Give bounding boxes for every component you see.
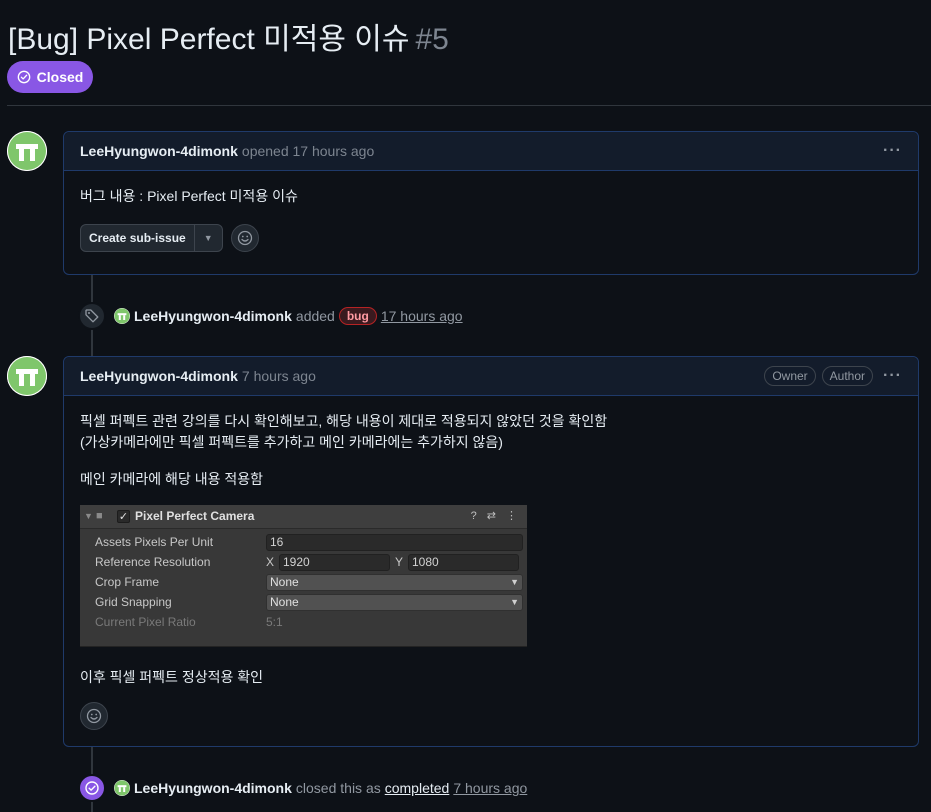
- foldout-arrow-icon: ▼: [84, 511, 93, 521]
- x-label: X: [266, 554, 275, 569]
- comment-timestamp[interactable]: opened 17 hours ago: [242, 143, 374, 159]
- comment-text-line: 메인 카메라에 해당 내용 적용함: [80, 471, 263, 487]
- comment-text-line: (가상카메라에만 픽셀 퍼펙트를 추가하고 메인 카메라에는 추가하지 않음): [80, 434, 503, 450]
- more-options-icon[interactable]: ···: [883, 367, 902, 385]
- enabled-checkbox: ✓: [117, 510, 130, 523]
- field-value-x: 1920: [279, 553, 390, 571]
- comment-timestamp[interactable]: 7 hours ago: [242, 368, 316, 384]
- field-label: Assets Pixels Per Unit: [95, 534, 214, 549]
- avatar[interactable]: [7, 356, 47, 396]
- create-sub-issue-button[interactable]: Create sub-issue: [81, 225, 194, 251]
- comment-text-line: 이후 픽셀 퍼펙트 정상적용 확인: [80, 669, 263, 685]
- comment-text-line: 픽셀 퍼펙트 관련 강의를 다시 확인해보고, 해당 내용이 제대로 적용되지 …: [80, 413, 608, 429]
- add-reaction-button[interactable]: [230, 224, 259, 252]
- owner-badge: Owner: [764, 366, 816, 386]
- field-label: Current Pixel Ratio: [95, 614, 196, 629]
- event-verb: added: [295, 308, 335, 324]
- inspector-row: Grid Snapping None ▼: [95, 593, 523, 611]
- kebab-icon: ⋮: [506, 510, 517, 522]
- add-reaction-button[interactable]: [80, 702, 108, 730]
- dropdown: None ▼: [266, 593, 523, 611]
- more-options-icon[interactable]: ···: [883, 142, 902, 160]
- create-sub-issue-button-group: Create sub-issue ▼: [80, 224, 223, 252]
- status-badge: Closed: [7, 61, 93, 93]
- issue-title: [Bug] Pixel Perfect 미적용 이슈 #5: [8, 14, 449, 58]
- inspector-component-header: ▼ ■ ✓ Pixel Perfect Camera ? ⇄ ⋮: [80, 505, 527, 529]
- comment-header: LeeHyungwon-4dimonk opened 17 hours ago …: [64, 132, 918, 171]
- avatar[interactable]: [114, 308, 130, 324]
- dropdown: None ▼: [266, 573, 523, 591]
- issue-title-text: [Bug] Pixel Perfect 미적용 이슈: [8, 23, 410, 56]
- smiley-icon: [237, 230, 252, 246]
- comment-author[interactable]: LeeHyungwon-4dimonk: [80, 143, 238, 159]
- chevron-down-icon[interactable]: ▼: [193, 225, 222, 251]
- status-label: Closed: [36, 69, 84, 85]
- inspector-row: Assets Pixels Per Unit 16: [95, 533, 523, 551]
- inspector-row: Reference Resolution X 1920 Y 1080: [95, 553, 523, 571]
- dropdown-arrow-icon: ▼: [510, 596, 519, 607]
- comment-author[interactable]: LeeHyungwon-4dimonk: [80, 368, 238, 384]
- timeline-event-labeled: LeeHyungwon-4dimonk added bug 17 hours a…: [78, 301, 463, 331]
- event-verb: closed this as: [295, 780, 381, 796]
- field-value-y: 1080: [408, 553, 519, 571]
- header-divider: [7, 105, 931, 106]
- event-timestamp[interactable]: 7 hours ago: [453, 780, 527, 796]
- tag-icon: [78, 302, 106, 330]
- camera-icon: ■: [96, 510, 103, 522]
- event-actor[interactable]: LeeHyungwon-4dimonk: [134, 308, 292, 324]
- field-label: Reference Resolution: [95, 554, 211, 569]
- dropdown-arrow-icon: ▼: [510, 576, 519, 587]
- event-timestamp[interactable]: 17 hours ago: [381, 308, 463, 324]
- field-value: 16: [266, 533, 523, 551]
- dropdown-value: None: [270, 594, 299, 609]
- event-actor[interactable]: LeeHyungwon-4dimonk: [134, 780, 292, 796]
- issue-comment: LeeHyungwon-4dimonk opened 17 hours ago …: [63, 131, 919, 275]
- close-reason-link[interactable]: completed: [385, 780, 450, 796]
- y-label: Y: [394, 554, 403, 569]
- issue-comment: LeeHyungwon-4dimonk 7 hours ago Owner Au…: [63, 356, 919, 747]
- label-badge[interactable]: bug: [338, 307, 377, 325]
- field-label: Crop Frame: [95, 574, 160, 589]
- dropdown-value: None: [270, 574, 299, 589]
- component-name: Pixel Perfect Camera: [135, 509, 255, 523]
- issue-number: #5: [415, 23, 449, 56]
- help-icon: ?: [470, 510, 477, 522]
- inspector-row: Crop Frame None ▼: [95, 573, 523, 591]
- comment-text: 버그 내용 : Pixel Perfect 미적용 이슈: [80, 188, 298, 204]
- settings-icon: ⇄: [486, 510, 496, 522]
- field-value: 5:1: [266, 614, 283, 629]
- inspector-row: Current Pixel Ratio 5:1: [95, 613, 523, 631]
- comment-body: 버그 내용 : Pixel Perfect 미적용 이슈 Create sub-…: [64, 171, 918, 268]
- comment-body: 픽셀 퍼펙트 관련 강의를 다시 확인해보고, 해당 내용이 제대로 적용되지 …: [64, 396, 918, 746]
- smiley-icon: [86, 708, 102, 724]
- avatar[interactable]: [114, 780, 130, 796]
- comment-header: LeeHyungwon-4dimonk 7 hours ago Owner Au…: [64, 357, 918, 396]
- avatar[interactable]: [7, 131, 47, 171]
- inspector-screenshot: ▼ ■ ✓ Pixel Perfect Camera ? ⇄ ⋮ Assets …: [80, 505, 527, 647]
- field-label: Grid Snapping: [95, 594, 172, 609]
- timeline-event-closed: LeeHyungwon-4dimonk closed this as compl…: [78, 773, 527, 803]
- check-circle-icon: [78, 774, 106, 802]
- check-circle-icon: [17, 70, 30, 84]
- author-badge: Author: [821, 366, 874, 386]
